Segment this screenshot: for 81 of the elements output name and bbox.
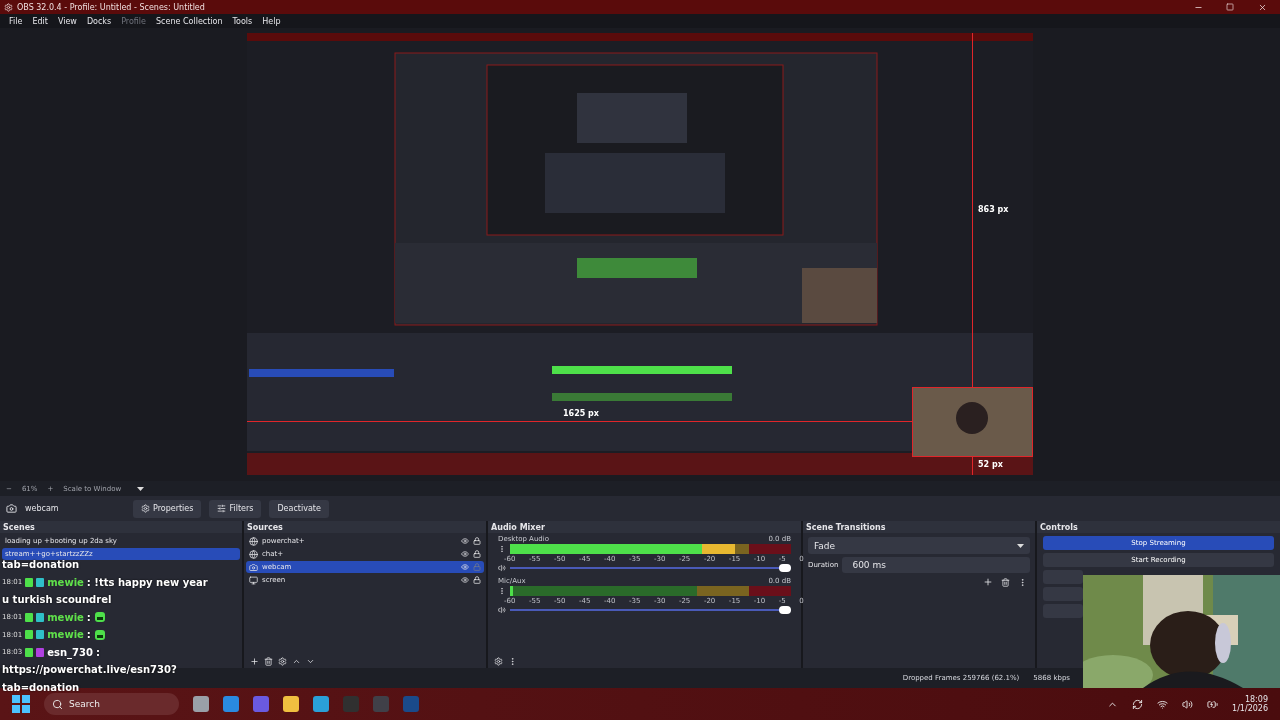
camera-icon	[6, 503, 17, 514]
more-icon[interactable]	[498, 545, 506, 553]
microphone-badge-icon	[36, 647, 45, 657]
start-icon[interactable]	[12, 695, 30, 713]
maximize-icon[interactable]	[1226, 3, 1234, 11]
chat-message: :	[95, 646, 100, 658]
monitor-icon	[249, 575, 258, 585]
deactivate-button[interactable]: Deactivate	[269, 499, 329, 518]
eye-icon[interactable]	[461, 563, 469, 571]
more-icon[interactable]	[508, 656, 517, 666]
menu-item[interactable]: View	[52, 16, 82, 26]
sync-icon[interactable]	[1132, 698, 1144, 710]
battery-icon[interactable]	[1207, 698, 1219, 710]
clock-time: 18:09	[1244, 695, 1268, 704]
dropdown-caret-icon	[137, 486, 145, 491]
subscriber-badge-icon	[36, 577, 45, 587]
globe-icon	[249, 549, 258, 559]
menu-item[interactable]: Docks	[81, 16, 117, 26]
guide-line	[972, 457, 973, 475]
chat-text: u turkish scoundrel	[2, 594, 112, 606]
eye-icon[interactable]	[461, 550, 469, 558]
dropdown-caret-icon	[1017, 543, 1024, 548]
duration-field[interactable]: 600 ms	[842, 557, 1030, 573]
menu-item[interactable]: Help	[257, 16, 286, 26]
window-title: OBS 32.0.4 - Profile: Untitled - Scenes: Untitled	[17, 2, 206, 12]
platform-badge-icon	[25, 577, 34, 587]
chat-username: mewie	[47, 629, 84, 641]
trash-icon[interactable]	[264, 656, 273, 666]
menu-item[interactable]: Edit	[27, 16, 53, 26]
close-icon[interactable]	[1257, 2, 1267, 12]
add-icon[interactable]	[250, 656, 259, 666]
properties-button[interactable]: Properties	[133, 499, 202, 518]
clock[interactable]: 18:09 1/1/2026	[1232, 695, 1268, 713]
settings-icon[interactable]	[278, 656, 287, 666]
chat-message: :	[86, 629, 91, 641]
eye-icon[interactable]	[461, 537, 469, 545]
add-icon[interactable]	[983, 577, 993, 587]
speaker-icon[interactable]	[498, 606, 506, 614]
slider-thumb[interactable]	[779, 606, 791, 614]
menu-item[interactable]: File	[4, 16, 28, 26]
camera-icon	[249, 562, 258, 572]
lock-icon[interactable]	[473, 550, 481, 558]
panel-title: Scenes	[3, 522, 35, 532]
chat-username: mewie	[47, 576, 84, 588]
chat-text: tab=donation	[2, 681, 80, 693]
chat-username: esn_730	[47, 646, 93, 658]
sliders-icon	[217, 504, 227, 513]
eye-icon[interactable]	[461, 576, 469, 584]
menu-item[interactable]: Tools	[227, 16, 258, 26]
distance-label: 52 px	[978, 460, 1003, 469]
panel-title: Controls	[1040, 522, 1078, 532]
globe-icon	[249, 536, 258, 546]
search-field[interactable]: Search	[44, 693, 179, 715]
source-name: webcam	[25, 504, 60, 513]
wifi-icon[interactable]	[1157, 698, 1169, 710]
trash-icon[interactable]	[1001, 577, 1010, 587]
clock-date: 1/1/2026	[1232, 704, 1268, 713]
more-icon[interactable]	[1018, 577, 1027, 587]
lock-icon[interactable]	[473, 537, 481, 545]
panel-title: Scene Transitions	[806, 522, 886, 532]
transition-dropdown[interactable]: Fade	[808, 537, 1030, 554]
panel-title: Audio Mixer	[491, 522, 545, 532]
distance-label: 1625 px	[563, 409, 599, 418]
more-icon[interactable]	[498, 587, 506, 595]
chat-text: tab=donation	[2, 559, 80, 571]
panel-title: Sources	[247, 522, 283, 532]
chat-message: :	[86, 611, 91, 623]
gear-icon	[141, 504, 150, 513]
menu-item[interactable]: Scene Collection	[151, 16, 228, 26]
search-icon	[52, 698, 63, 710]
settings-icon[interactable]	[494, 656, 503, 666]
speaker-icon[interactable]	[498, 564, 506, 572]
chat-message: : !tts happy new year	[86, 576, 208, 588]
slider-thumb[interactable]	[779, 564, 791, 572]
selection-box[interactable]	[912, 387, 1033, 457]
lock-icon[interactable]	[473, 576, 481, 584]
speaker-icon[interactable]	[1182, 698, 1194, 710]
chat-username: mewie	[47, 611, 84, 623]
distance-label: 863 px	[978, 205, 1009, 214]
filters-button[interactable]: Filters	[209, 499, 262, 518]
chat-text: https://powerchat.live/esn730?	[2, 664, 177, 676]
